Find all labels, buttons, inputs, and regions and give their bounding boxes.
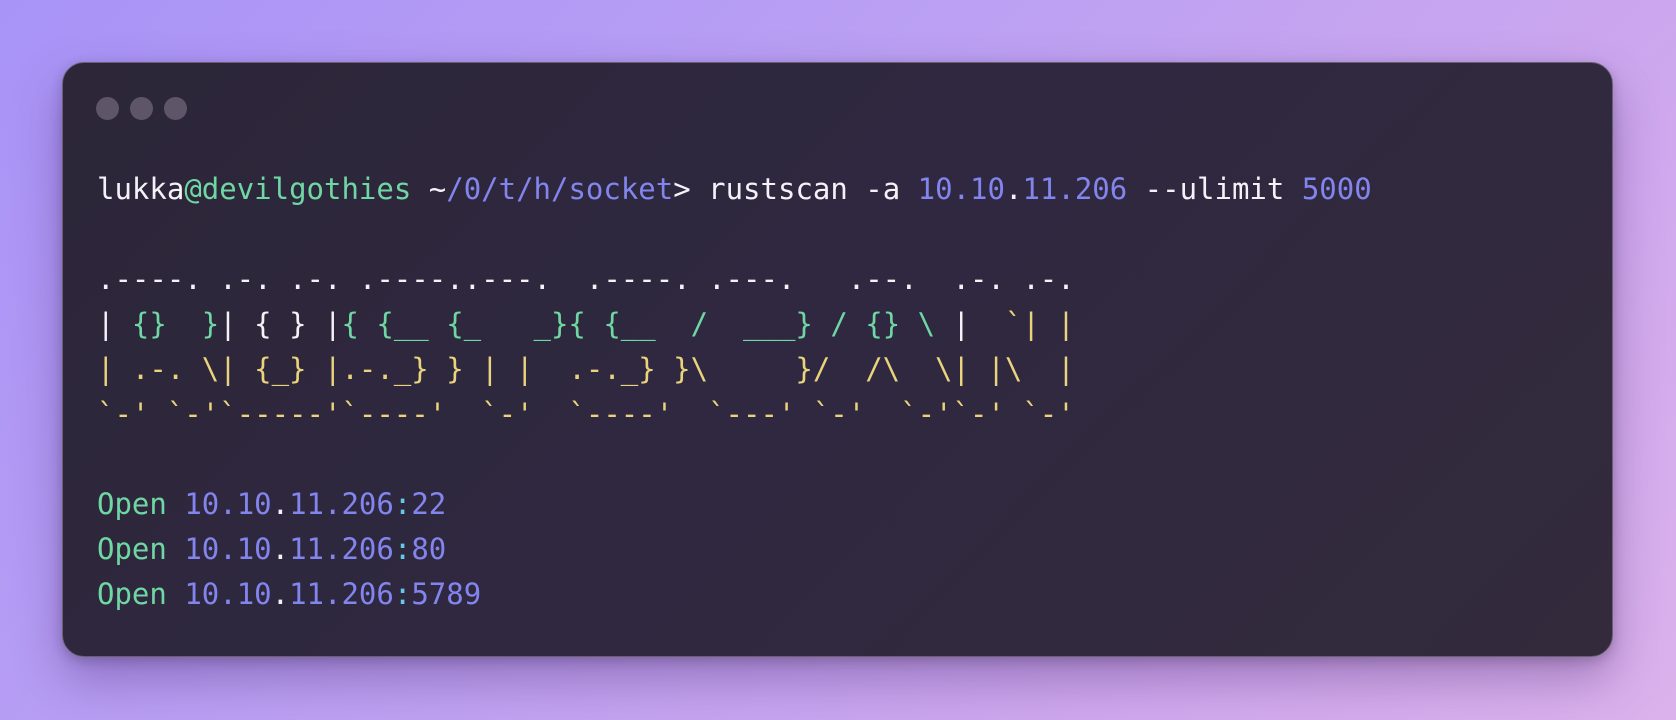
- result-status: Open: [97, 487, 167, 521]
- result-port: 5789: [411, 577, 482, 611]
- result-port: 22: [411, 487, 447, 521]
- command-limit: 5000: [1301, 172, 1372, 206]
- minimize-button[interactable]: [130, 97, 153, 120]
- command-flag: --ulimit: [1127, 172, 1302, 206]
- window-controls: [96, 97, 187, 120]
- command-ip-part: 11.206: [1022, 172, 1128, 206]
- prompt-arrow: >: [673, 172, 709, 206]
- banner-line-2: | {} }| { } |{ {__ {_ _}{ {__ / ___} / {…: [97, 307, 1075, 341]
- prompt-user: lukka: [97, 172, 185, 206]
- result-line: Open 10.10.11.206:5789: [97, 577, 482, 611]
- command-ip-dot: .: [1004, 172, 1023, 206]
- prompt-host: @devilgothies: [184, 172, 412, 206]
- terminal-window: lukka@devilgothies ~/0/t/h/socket> rusts…: [62, 62, 1613, 657]
- banner-line-1: .----. .-. .-. .----..---. .----. .---. …: [97, 262, 1075, 296]
- result-status: Open: [97, 532, 167, 566]
- terminal-output: lukka@devilgothies ~/0/t/h/socket> rusts…: [97, 167, 1372, 617]
- close-button[interactable]: [96, 97, 119, 120]
- result-line: Open 10.10.11.206:22: [97, 487, 447, 521]
- command-ip-part: 10.10: [917, 172, 1005, 206]
- command-text: rustscan -a: [708, 172, 918, 206]
- prompt-line: lukka@devilgothies ~/0/t/h/socket> rusts…: [97, 167, 1372, 212]
- prompt-tilde: ~: [428, 172, 447, 206]
- prompt-path: /0/t/h/socket: [446, 172, 674, 206]
- maximize-button[interactable]: [164, 97, 187, 120]
- result-status: Open: [97, 577, 167, 611]
- result-line: Open 10.10.11.206:80: [97, 532, 447, 566]
- banner-line-4: `-' `-'`-----'`----' `-' `----' `---' `-…: [97, 397, 1075, 431]
- banner-line-3: | .-. \| {_} |.-._} } | | .-._} }\ }/ /\…: [97, 352, 1075, 386]
- result-port: 80: [411, 532, 447, 566]
